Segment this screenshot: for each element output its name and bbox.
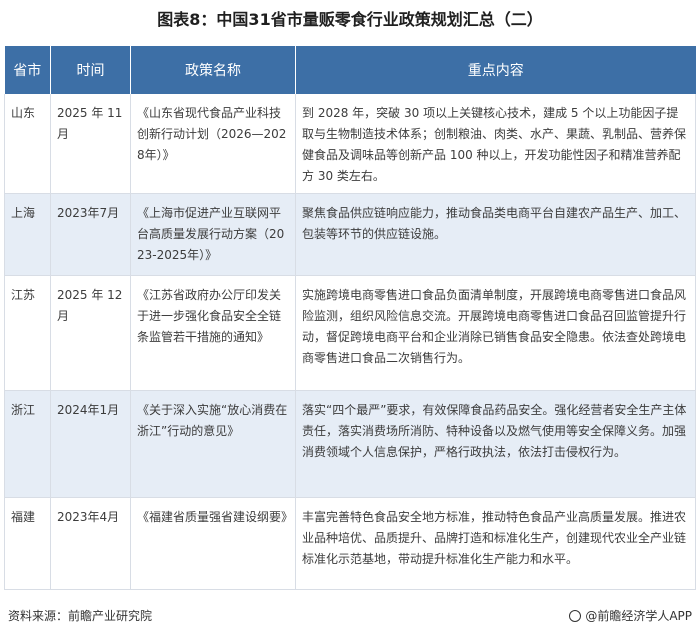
table-row: 上海 2023年7月 《上海市促进产业互联网平台高质量发展行动方案（2023-2… — [4, 193, 696, 276]
page-title: 图表8：中国31省市量贩零食行业政策规划汇总（二） — [157, 10, 543, 29]
cell-key-content: 丰富完善特色食品安全地方标准，推动特色食品产业高质量发展。推进农业品种培优、品质… — [295, 497, 696, 590]
cell-province: 福建 — [4, 497, 51, 590]
cell-time: 2024年1月 — [50, 390, 131, 498]
table-header-row: 省市 时间 政策名称 重点内容 — [4, 46, 696, 94]
cell-time: 2025 年 12月 — [50, 275, 131, 391]
cell-province: 浙江 — [4, 390, 51, 498]
cell-time: 2023年7月 — [50, 193, 131, 276]
header-key-content: 重点内容 — [295, 46, 696, 94]
cell-province: 山东 — [4, 94, 51, 194]
cell-policy-name: 《关于深入实施“放心消费在浙江”行动的意见》 — [130, 390, 296, 498]
cell-key-content: 实施跨境电商零售进口食品负面清单制度，开展跨境电商零售进口食品风险监测，组织风险… — [295, 275, 696, 391]
cell-province: 上海 — [4, 193, 51, 276]
brand-credit: @前瞻经济学人APP — [569, 607, 692, 624]
cell-key-content: 到 2028 年，突破 30 项以上关键核心技术，建成 5 个以上功能因子提取与… — [295, 94, 696, 194]
source-note: 资料来源：前瞻产业研究院 — [8, 609, 153, 623]
cell-time: 2025 年 11月 — [50, 94, 131, 194]
cell-policy-name: 《江苏省政府办公厅印发关于进一步强化食品安全全链条监管若干措施的通知》 — [130, 275, 296, 391]
eye-logo-icon — [569, 609, 582, 622]
cell-policy-name: 《山东省现代食品产业科技创新行动计划（2026—2028年）》 — [130, 94, 296, 194]
table-row: 福建 2023年4月 《福建省质量强省建设纲要》 丰富完善特色食品安全地方标准，… — [4, 497, 696, 590]
policy-table: 省市 时间 政策名称 重点内容 山东 2025 年 11月 《山东省现代食品产业… — [4, 46, 696, 590]
cell-policy-name: 《福建省质量强省建设纲要》 — [130, 497, 296, 590]
brand-label: @前瞻经济学人APP — [585, 609, 692, 623]
footer: 资料来源：前瞻产业研究院 @前瞻经济学人APP — [8, 607, 692, 627]
cell-time: 2023年4月 — [50, 497, 131, 590]
header-time: 时间 — [50, 46, 131, 94]
table-row: 浙江 2024年1月 《关于深入实施“放心消费在浙江”行动的意见》 落实“四个最… — [4, 390, 696, 498]
table-row: 山东 2025 年 11月 《山东省现代食品产业科技创新行动计划（2026—20… — [4, 94, 696, 194]
cell-key-content: 落实“四个最严”要求，有效保障食品药品安全。强化经营者安全生产主体责任，落实消费… — [295, 390, 696, 498]
table-row: 江苏 2025 年 12月 《江苏省政府办公厅印发关于进一步强化食品安全全链条监… — [4, 275, 696, 391]
cell-province: 江苏 — [4, 275, 51, 391]
header-policy-name: 政策名称 — [130, 46, 296, 94]
cell-key-content: 聚焦食品供应链响应能力，推动食品类电商平台自建农产品生产、加工、包装等环节的供应… — [295, 193, 696, 276]
cell-policy-name: 《上海市促进产业互联网平台高质量发展行动方案（2023-2025年）》 — [130, 193, 296, 276]
header-province: 省市 — [4, 46, 51, 94]
